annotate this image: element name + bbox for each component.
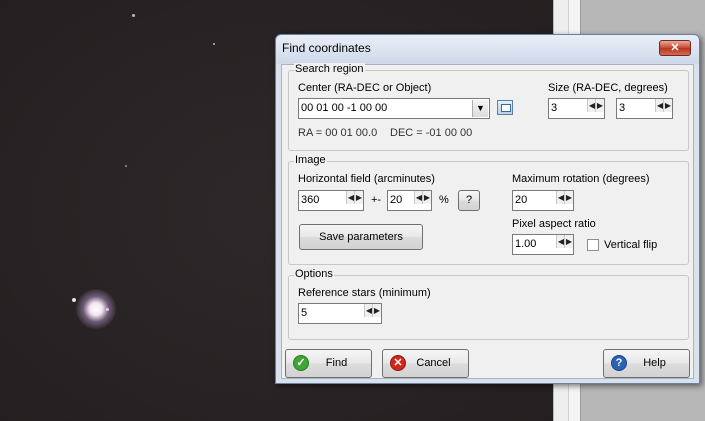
spin-right-icon[interactable]: ▶: [372, 304, 381, 317]
spin-arrows[interactable]: ◀ ▶: [587, 99, 604, 116]
cancel-icon: ✕: [390, 355, 406, 371]
max-rotation-stepper[interactable]: 20 ◀ ▶: [512, 190, 574, 211]
field-help-button[interactable]: ?: [458, 190, 480, 211]
spin-right-icon[interactable]: ▶: [354, 191, 363, 204]
find-coordinates-dialog: Find coordinates ✕ Search region Center …: [275, 34, 700, 384]
cancel-label: Cancel: [416, 357, 451, 369]
size-ra-value: 3: [551, 102, 558, 114]
pixel-aspect-stepper[interactable]: 1.00 ◀ ▶: [512, 234, 574, 255]
reference-stars-value: 5: [301, 307, 308, 319]
save-parameters-label: Save parameters: [319, 231, 403, 243]
parsed-dec: DEC = -01 00 00: [390, 127, 473, 139]
spin-right-icon[interactable]: ▶: [422, 191, 431, 204]
spin-right-icon[interactable]: ▶: [595, 99, 604, 112]
spin-right-icon[interactable]: ▶: [564, 191, 573, 204]
spin-arrows[interactable]: ◀ ▶: [556, 191, 573, 208]
parsed-ra: RA = 00 01 00.0: [298, 127, 378, 139]
cancel-button[interactable]: ✕ Cancel: [382, 349, 469, 378]
save-parameters-button[interactable]: Save parameters: [299, 224, 423, 250]
max-rotation-value: 20: [515, 194, 528, 206]
check-icon: ✓: [293, 355, 309, 371]
tolerance-stepper[interactable]: 20 ◀ ▶: [387, 190, 432, 211]
max-rotation-label: Maximum rotation (degrees): [512, 173, 650, 185]
dialog-title: Find coordinates: [282, 41, 371, 55]
star: [125, 165, 127, 167]
star: [72, 298, 76, 302]
image-group: Image Horizontal field (arcminutes) 360 …: [288, 154, 689, 265]
pixel-aspect-label: Pixel aspect ratio: [512, 218, 596, 230]
vertical-flip-checkbox[interactable]: [587, 239, 599, 251]
percent-sign: %: [439, 194, 449, 206]
spin-right-icon[interactable]: ▶: [564, 235, 573, 248]
horizontal-field-stepper[interactable]: 360 ◀ ▶: [298, 190, 364, 211]
horizontal-field-label: Horizontal field (arcminutes): [298, 173, 435, 185]
horizontal-field-value: 360: [301, 194, 320, 206]
chevron-down-icon[interactable]: ▼: [472, 100, 488, 117]
star: [132, 14, 135, 17]
size-label: Size (RA-DEC, degrees): [548, 82, 668, 94]
options-group: Options Reference stars (minimum) 5 ◀ ▶: [288, 268, 689, 340]
reference-stars-label: Reference stars (minimum): [298, 287, 431, 299]
options-group-label: Options: [294, 268, 334, 280]
center-combo[interactable]: 00 01 00 -1 00 00 ▼: [298, 98, 490, 119]
find-label: Find: [325, 357, 348, 369]
question-icon: ?: [465, 194, 473, 206]
center-value: 00 01 00 -1 00 00: [301, 102, 388, 114]
find-button[interactable]: ✓ Find: [285, 349, 372, 378]
tolerance-value: 20: [390, 194, 403, 206]
size-dec-value: 3: [619, 102, 626, 114]
close-button[interactable]: ✕: [659, 40, 691, 56]
vertical-flip-label[interactable]: Vertical flip: [604, 239, 657, 251]
size-dec-stepper[interactable]: 3 ◀ ▶: [616, 98, 673, 119]
tolerance-prefix: +-: [371, 194, 382, 206]
help-label: Help: [643, 357, 666, 369]
pixel-aspect-value: 1.00: [515, 238, 537, 250]
image-group-label: Image: [294, 154, 327, 166]
search-region-label: Search region: [294, 63, 365, 75]
size-ra-stepper[interactable]: 3 ◀ ▶: [548, 98, 605, 119]
spin-arrows[interactable]: ◀ ▶: [414, 191, 431, 208]
bright-star: [76, 289, 116, 329]
spin-right-icon[interactable]: ▶: [663, 99, 672, 112]
browse-icon[interactable]: [497, 100, 513, 115]
help-button[interactable]: ? Help: [603, 349, 690, 378]
center-label: Center (RA-DEC or Object): [298, 82, 432, 94]
spin-arrows[interactable]: ◀ ▶: [655, 99, 672, 116]
star: [213, 43, 215, 45]
search-region-group: Search region Center (RA-DEC or Object) …: [288, 63, 689, 151]
help-icon: ?: [611, 355, 627, 371]
close-icon: ✕: [670, 42, 680, 54]
spin-arrows[interactable]: ◀ ▶: [556, 235, 573, 252]
dialog-client-area: Search region Center (RA-DEC or Object) …: [281, 63, 694, 379]
spin-arrows[interactable]: ◀ ▶: [364, 304, 381, 321]
spin-arrows[interactable]: ◀ ▶: [346, 191, 363, 208]
reference-stars-stepper[interactable]: 5 ◀ ▶: [298, 303, 382, 324]
